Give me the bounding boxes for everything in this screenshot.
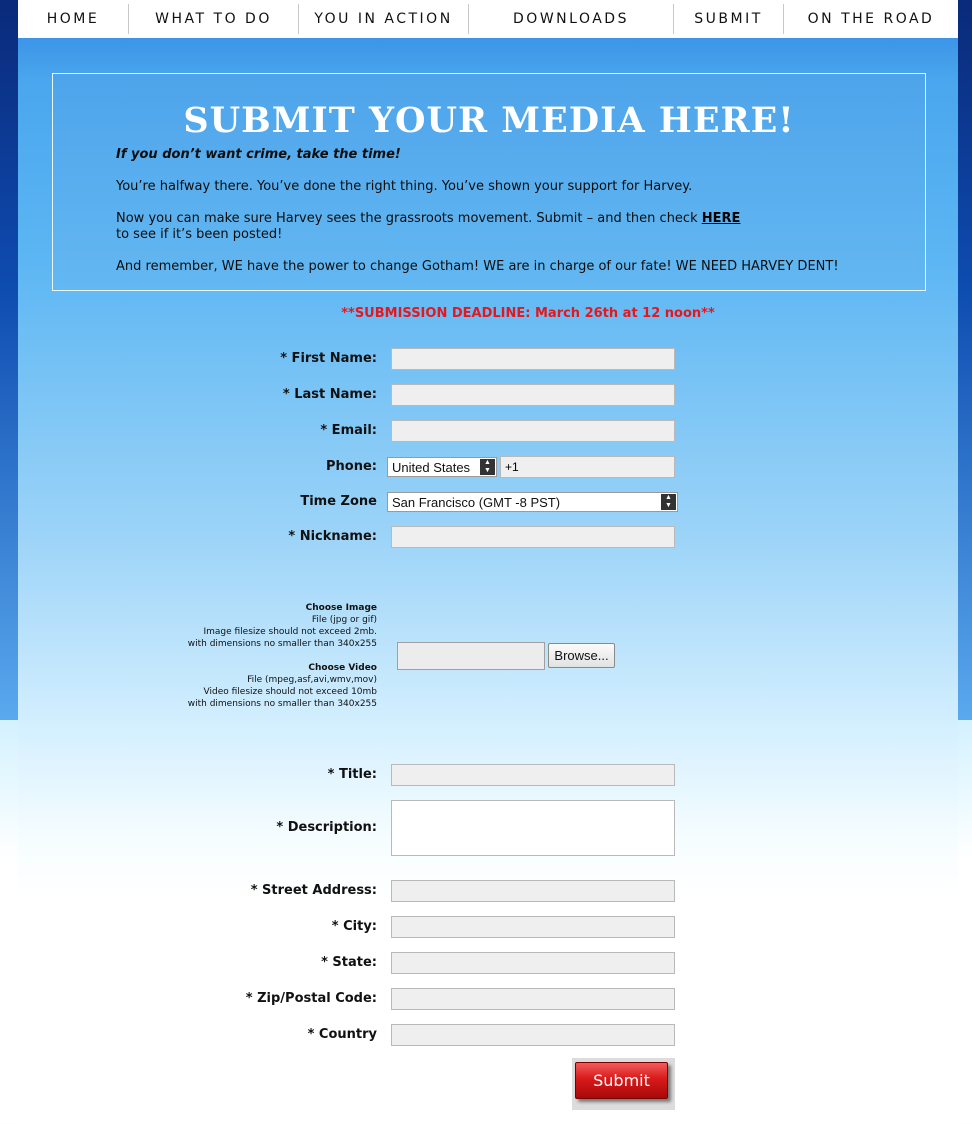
- nickname-field[interactable]: [391, 526, 675, 548]
- zip-label: * Zip/Postal Code:: [245, 991, 377, 1006]
- description-label: * Description:: [276, 820, 377, 835]
- image-file-types: File (jpg or gif): [311, 615, 377, 625]
- video-upload-instructions: Choose Video File (mpeg,asf,avi,wmv,mov)…: [188, 662, 377, 710]
- nav-downloads[interactable]: DOWNLOADS: [469, 4, 674, 34]
- phone-country-value: United States: [392, 459, 471, 475]
- select-arrows-icon: ▲ ▼: [480, 459, 495, 475]
- country-field[interactable]: [391, 1024, 675, 1046]
- state-field[interactable]: [391, 952, 675, 974]
- left-edge-decoration: [0, 0, 18, 720]
- page-container: HOME WHAT TO DO YOU IN ACTION DOWNLOADS …: [18, 0, 958, 1124]
- nav-submit[interactable]: SUBMIT: [674, 4, 784, 34]
- city-field[interactable]: [391, 916, 675, 938]
- phone-number-field[interactable]: [500, 456, 675, 478]
- intro-panel: SUBMIT YOUR MEDIA HERE! If you don’t wan…: [52, 73, 926, 291]
- description-field[interactable]: [391, 800, 675, 856]
- here-link[interactable]: HERE: [702, 211, 741, 226]
- intro-paragraph-3: And remember, WE have the power to chang…: [116, 259, 839, 274]
- top-navigation: HOME WHAT TO DO YOU IN ACTION DOWNLOADS …: [18, 0, 958, 38]
- country-label: * Country: [307, 1027, 377, 1042]
- intro-paragraph-2-end: to see if it’s been posted!: [116, 227, 283, 242]
- title-field[interactable]: [391, 764, 675, 786]
- image-size-limit: Image filesize should not exceed 2mb.: [203, 627, 377, 637]
- nav-home[interactable]: HOME: [18, 4, 129, 34]
- last-name-field[interactable]: [391, 384, 675, 406]
- intro-paragraph-1: You’re halfway there. You’ve done the ri…: [116, 179, 693, 194]
- zip-field[interactable]: [391, 988, 675, 1010]
- page-title: SUBMIT YOUR MEDIA HERE!: [183, 100, 795, 141]
- choose-image-title: Choose Image: [305, 603, 377, 613]
- last-name-label: * Last Name:: [282, 387, 377, 402]
- city-label: * City:: [331, 919, 377, 934]
- street-address-label: * Street Address:: [250, 883, 377, 898]
- submission-deadline: **SUBMISSION DEADLINE: March 26th at 12 …: [341, 306, 715, 321]
- video-file-types: File (mpeg,asf,avi,wmv,mov): [247, 675, 377, 685]
- image-dimensions: with dimensions no smaller than 340x255: [187, 639, 377, 649]
- phone-label: Phone:: [326, 459, 377, 474]
- timezone-label: Time Zone: [300, 494, 377, 509]
- choose-video-title: Choose Video: [308, 663, 377, 673]
- tagline: If you don’t want crime, take the time!: [116, 147, 401, 162]
- intro-paragraph-2-text: Now you can make sure Harvey sees the gr…: [116, 211, 702, 226]
- submit-button-container: Submit: [572, 1058, 675, 1110]
- first-name-label: * First Name:: [280, 351, 377, 366]
- file-path-field[interactable]: [397, 642, 545, 670]
- timezone-value: San Francisco (GMT -8 PST): [392, 494, 561, 510]
- first-name-field[interactable]: [391, 348, 675, 370]
- select-arrows-icon: ▲ ▼: [661, 494, 676, 510]
- browse-button[interactable]: Browse...: [548, 643, 615, 668]
- street-address-field[interactable]: [391, 880, 675, 902]
- video-dimensions: with dimensions no smaller than 340x255: [187, 699, 377, 709]
- nav-what-to-do[interactable]: WHAT TO DO: [129, 4, 299, 34]
- video-size-limit: Video filesize should not exceed 10mb: [203, 687, 377, 697]
- submit-button[interactable]: Submit: [575, 1062, 668, 1099]
- timezone-select[interactable]: San Francisco (GMT -8 PST) ▲ ▼: [387, 492, 678, 512]
- intro-paragraph-2: Now you can make sure Harvey sees the gr…: [116, 211, 740, 243]
- nav-on-the-road[interactable]: ON THE ROAD: [784, 4, 958, 34]
- image-upload-instructions: Choose Image File (jpg or gif) Image fil…: [188, 602, 377, 650]
- title-label: * Title:: [327, 767, 377, 782]
- phone-country-select[interactable]: United States ▲ ▼: [387, 457, 497, 477]
- nickname-label: * Nickname:: [288, 529, 377, 544]
- email-field[interactable]: [391, 420, 675, 442]
- email-label: * Email:: [320, 423, 377, 438]
- state-label: * State:: [321, 955, 377, 970]
- nav-you-in-action[interactable]: YOU IN ACTION: [299, 4, 469, 34]
